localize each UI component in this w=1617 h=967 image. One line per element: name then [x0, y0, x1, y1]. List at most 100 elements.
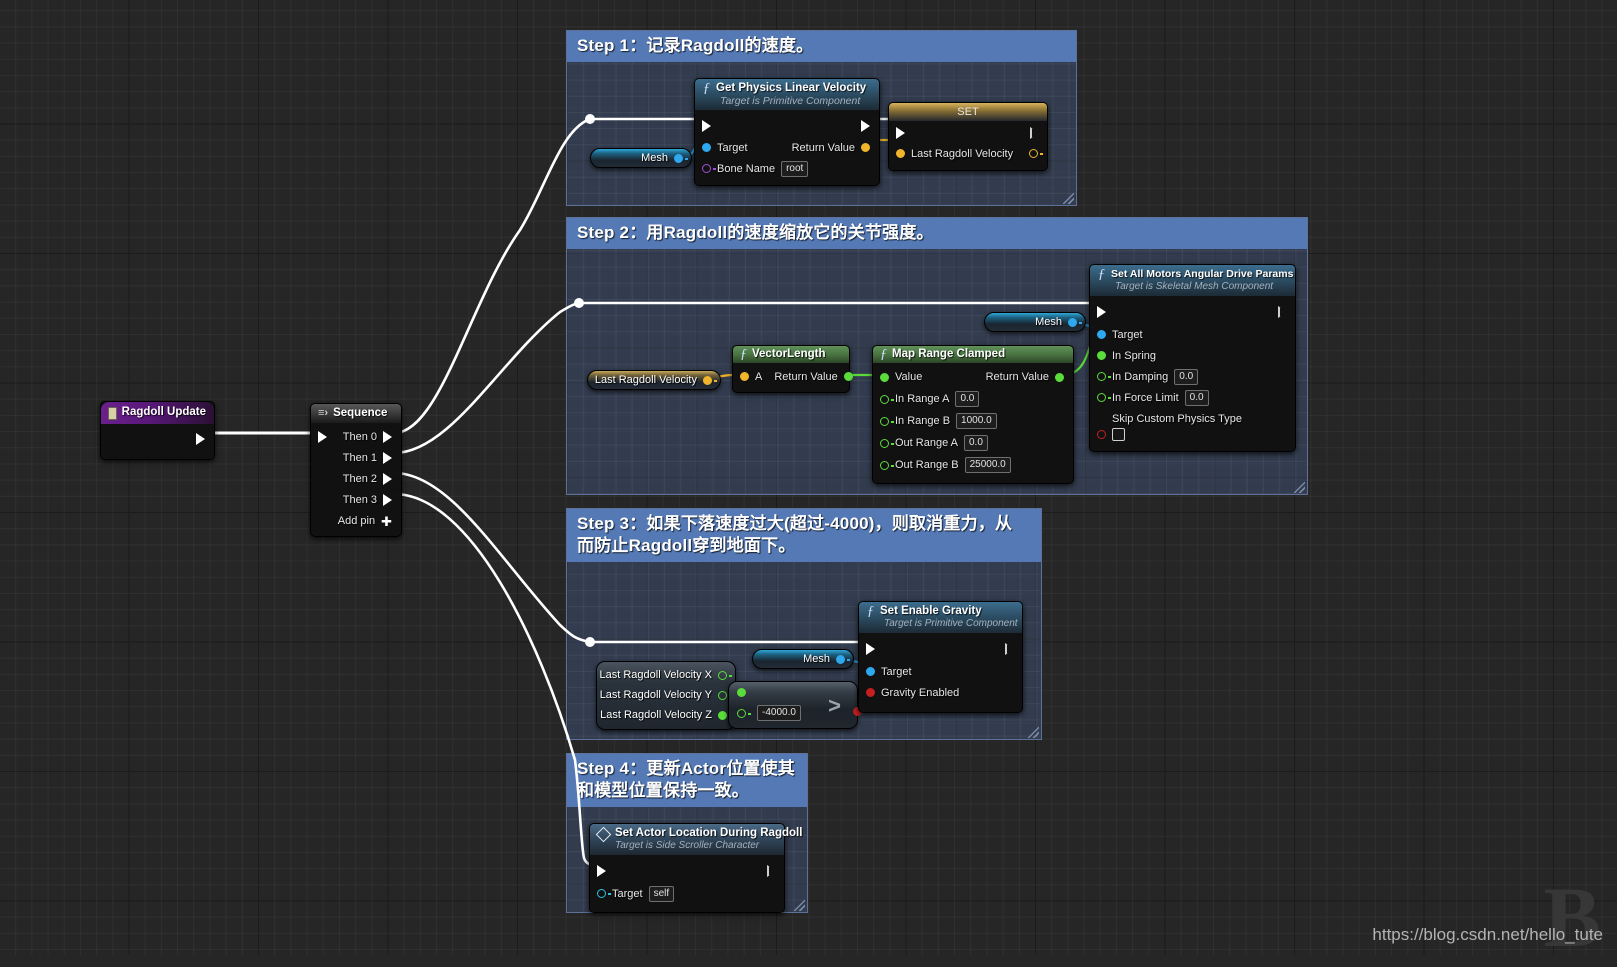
exec-out-pin[interactable] [861, 119, 870, 132]
mesh-out-pin[interactable] [1068, 317, 1082, 327]
value-in-pin[interactable] [880, 372, 889, 382]
exec-out-pin-then1[interactable] [383, 451, 392, 464]
value-in-pin[interactable] [896, 149, 905, 158]
return-value-out-pin[interactable] [861, 143, 870, 152]
target-in-pin[interactable] [597, 889, 611, 898]
a-in-pin[interactable] [740, 372, 749, 381]
in-range-b-value[interactable]: 1000.0 [956, 413, 997, 429]
bone-name-in-pin[interactable] [702, 164, 716, 173]
in-range-a-label: In Range A [895, 393, 950, 405]
exec-out-pin-then3[interactable] [383, 493, 392, 506]
target-value[interactable]: self [648, 885, 675, 902]
samadp-target-row: Target [1090, 324, 1295, 345]
exec-out-pin[interactable] [1278, 306, 1286, 318]
exec-out-pin[interactable] [196, 433, 205, 445]
exec-in-pin[interactable] [866, 643, 875, 655]
watermark-logo: B [1543, 869, 1601, 965]
sequence-then3-row: Then 3 [311, 489, 401, 510]
target-in-pin[interactable] [1097, 330, 1106, 339]
node-map-range-clamped[interactable]: ƒ Map Range Clamped Value Return Value I… [872, 345, 1074, 484]
exec-out-pin-then2[interactable] [383, 472, 392, 485]
node-set-actor-location-during-ragdoll[interactable]: Set Actor Location During Ragdoll Target… [589, 823, 802, 913]
sequence-icon: ≡› [318, 407, 329, 419]
node-subtitle: Target is Primitive Component [720, 95, 861, 107]
mesh-out-pin[interactable] [674, 153, 688, 163]
exec-in-pin[interactable] [1097, 306, 1106, 318]
return-value-out-pin[interactable] [843, 372, 853, 381]
skip-custom-physics-type-checkbox[interactable] [1112, 427, 1125, 441]
samadp-skip-custom-checkbox-row [1090, 425, 1295, 443]
target-in-pin[interactable] [866, 667, 875, 676]
node-set-last-ragdoll-velocity[interactable]: SET Last Ragdoll Velocity [888, 102, 1048, 171]
node-get-physics-linear-velocity[interactable]: ƒ Get Physics Linear Velocity Target is … [694, 78, 880, 186]
exec-in-pin[interactable] [896, 127, 905, 139]
samadp-skip-custom-row: Skip Custom Physics Type [1090, 408, 1295, 425]
compare-a-in-pin[interactable] [737, 688, 746, 697]
node-mesh-get-2[interactable]: Mesh [984, 312, 1086, 332]
return-value-out-pin[interactable] [1055, 372, 1064, 382]
exec-out-pin[interactable] [767, 865, 775, 877]
exec-in-pin[interactable] [318, 430, 327, 443]
return-value-label: Return Value [791, 141, 855, 154]
exec-in-pin[interactable] [702, 119, 711, 132]
in-range-b-pin[interactable] [880, 416, 894, 426]
compare-operand-value[interactable]: -4000.0 [757, 705, 801, 721]
velocity-y-out-pin[interactable] [718, 690, 732, 700]
sequence-then2-row: Then 2 [311, 468, 401, 489]
node-set-all-motors-angular-drive-params[interactable]: ƒ Set All Motors Angular Drive Params Ta… [1089, 264, 1296, 452]
variable-out-pin[interactable] [703, 375, 717, 385]
out-range-b-value[interactable]: 25000.0 [964, 457, 1011, 473]
node-header: ƒ Map Range Clamped [873, 346, 1073, 363]
exec-out-pin[interactable] [1005, 643, 1013, 655]
in-damping-value[interactable]: 0.0 [1174, 368, 1199, 385]
gravity-enabled-in-pin[interactable] [866, 688, 875, 697]
gplv-target-row: Target Return Value [695, 137, 879, 158]
node-header: ≡› Sequence [311, 404, 401, 423]
node-greater-than-compare[interactable]: -4000.0 > [728, 681, 862, 729]
node-sequence[interactable]: ≡› Sequence Then 0 Then 1 Then 2 Then 3 [310, 403, 402, 537]
node-set-enable-gravity[interactable]: ƒ Set Enable Gravity Target is Primitive… [858, 601, 1023, 713]
velocity-z-row: Last Ragdoll Velocity Z [600, 705, 732, 725]
comment-resize-handle[interactable] [1028, 727, 1039, 738]
in-range-a-value[interactable]: 0.0 [955, 391, 980, 407]
node-vector-length[interactable]: ƒ VectorLength A Return Value [732, 345, 853, 393]
node-last-ragdoll-velocity-get[interactable]: Last Ragdoll Velocity [587, 370, 721, 390]
comment-resize-handle[interactable] [1294, 482, 1305, 493]
comment-resize-handle[interactable] [1063, 193, 1074, 204]
mrc-value-row: Value Return Value [873, 366, 1073, 388]
mesh-out-pin[interactable] [836, 654, 850, 664]
skip-custom-physics-type-pin[interactable] [1097, 429, 1106, 439]
node-title: Map Range Clamped [892, 348, 1006, 360]
out-range-a-pin[interactable] [880, 438, 894, 448]
in-force-limit-pin[interactable] [1097, 393, 1111, 402]
comment-resize-handle[interactable] [794, 900, 805, 911]
in-range-a-pin[interactable] [880, 394, 894, 404]
in-force-limit-value[interactable]: 0.0 [1184, 389, 1209, 406]
exec-out-pin-then0[interactable] [383, 430, 392, 443]
exec-out-pin[interactable] [1030, 127, 1038, 139]
in-damping-pin[interactable] [1097, 372, 1111, 381]
node-ragdoll-update-event[interactable]: Ragdoll Update [100, 401, 215, 460]
salr-exec-row [590, 859, 784, 883]
target-in-pin[interactable] [702, 143, 711, 152]
bone-name-value[interactable]: root [781, 160, 809, 177]
comment-title-step1: Step 1：记录Ragdoll的速度。 [567, 31, 1076, 62]
compare-b-in-pin[interactable] [737, 709, 751, 718]
out-range-b-pin[interactable] [880, 460, 894, 470]
blueprint-graph-canvas[interactable]: Step 1：记录Ragdoll的速度。 Step 2：用Ragdoll的速度缩… [0, 0, 1617, 965]
node-mesh-get-1[interactable]: Mesh [590, 148, 692, 168]
out-range-a-value[interactable]: 0.0 [964, 435, 988, 451]
velocity-x-row: Last Ragdoll Velocity X [599, 665, 732, 685]
variable-label: Last Ragdoll Velocity [594, 374, 697, 386]
sequence-add-pin-row[interactable]: Add pin ✚ [311, 510, 401, 532]
samadp-in-spring-row: In Spring [1090, 345, 1295, 366]
in-spring-pin[interactable] [1097, 351, 1106, 360]
node-mesh-get-3[interactable]: Mesh [752, 649, 854, 669]
exec-in-pin[interactable] [597, 865, 606, 877]
plus-icon[interactable]: ✚ [381, 515, 392, 528]
set-exec-row [889, 123, 1047, 143]
node-last-ragdoll-velocity-split[interactable]: Last Ragdoll Velocity X Last Ragdoll Vel… [596, 661, 736, 730]
value-out-pin[interactable] [1029, 149, 1043, 158]
velocity-x-out-pin[interactable] [718, 670, 732, 680]
velocity-z-out-pin[interactable] [718, 710, 732, 720]
